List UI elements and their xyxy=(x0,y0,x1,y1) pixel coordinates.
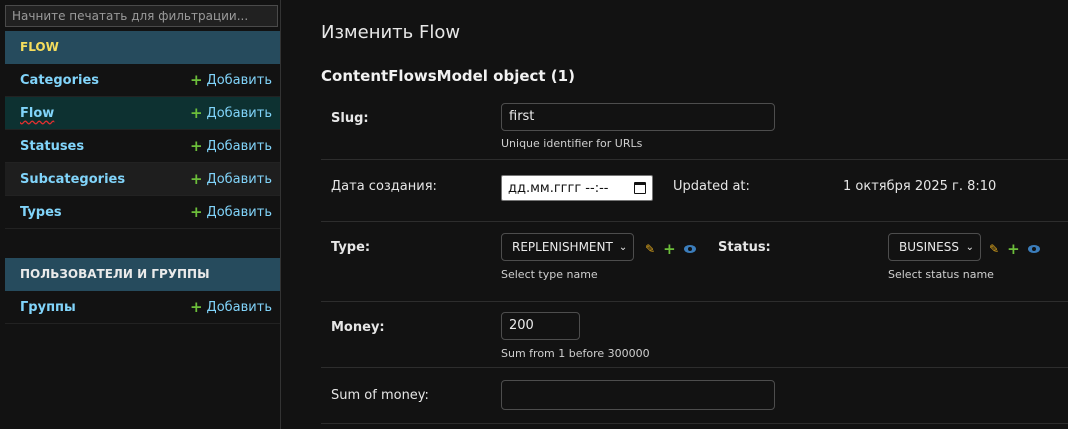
money-label: Money: xyxy=(331,320,385,335)
form-row-type-status: Type: REPLENISHMENT ⌄ ✎ + Select type na… xyxy=(321,222,1068,302)
sidebar-item-label[interactable]: Subcategories xyxy=(20,172,125,187)
sidebar-item-statuses[interactable]: Statuses + Добавить xyxy=(5,130,280,163)
slug-input[interactable]: first xyxy=(501,103,775,131)
type-label: Type: xyxy=(331,240,371,255)
add-label: Добавить xyxy=(206,72,272,88)
form-row-dates: Дата создания: дд.мм.гггг --:-- Updated … xyxy=(321,160,1068,222)
created-date-input[interactable]: дд.мм.гггг --:-- xyxy=(501,175,653,201)
plus-icon[interactable]: + xyxy=(663,240,676,258)
plus-icon: + xyxy=(189,169,203,188)
type-actions: ✎ + xyxy=(645,240,696,258)
module-header-label: ПОЛЬЗОВАТЕЛИ И ГРУППЫ xyxy=(20,267,210,281)
plus-icon: + xyxy=(189,202,203,221)
add-groups-link[interactable]: + Добавить xyxy=(189,297,272,316)
add-label: Добавить xyxy=(206,204,272,220)
add-categories-link[interactable]: + Добавить xyxy=(189,70,272,89)
money-help: Sum from 1 before 300000 xyxy=(501,347,650,360)
module-header-flow[interactable]: FLOW xyxy=(5,31,280,64)
plus-icon[interactable]: + xyxy=(1007,240,1020,258)
pencil-icon[interactable]: ✎ xyxy=(645,242,655,256)
sidebar-item-flow[interactable]: Flow + Добавить xyxy=(5,97,280,130)
sidebar-item-label[interactable]: Statuses xyxy=(20,139,84,154)
add-flow-link[interactable]: + Добавить xyxy=(189,103,272,122)
add-types-link[interactable]: + Добавить xyxy=(189,202,272,221)
money-input[interactable]: 200 xyxy=(501,312,580,340)
add-label: Добавить xyxy=(206,105,272,121)
updated-label: Updated at: xyxy=(673,179,750,194)
sidebar-item-label[interactable]: Flow xyxy=(20,106,54,121)
nav-filter-input[interactable]: Начните печатать для фильтрации... xyxy=(5,5,278,27)
created-label: Дата создания: xyxy=(331,179,437,194)
add-statuses-link[interactable]: + Добавить xyxy=(189,136,272,155)
eye-icon[interactable] xyxy=(1027,245,1040,253)
sidebar-item-types[interactable]: Types + Добавить xyxy=(5,196,280,229)
plus-icon: + xyxy=(189,297,203,316)
plus-icon: + xyxy=(189,103,203,122)
object-title: ContentFlowsModel object (1) xyxy=(321,67,575,85)
created-date-value: дд.мм.гггг --:-- xyxy=(508,180,609,196)
sidebar-item-subcategories[interactable]: Subcategories + Добавить xyxy=(5,163,280,196)
eye-icon[interactable] xyxy=(683,245,696,253)
sidebar-item-label[interactable]: Categories xyxy=(20,73,99,88)
form-row-money: Money: 200 Sum from 1 before 300000 xyxy=(321,302,1068,368)
module-users-groups: ПОЛЬЗОВАТЕЛИ И ГРУППЫ Группы + Добавить xyxy=(5,258,280,324)
status-actions: ✎ + xyxy=(989,240,1040,258)
sum-of-money-input[interactable] xyxy=(501,380,775,410)
updated-value: 1 октября 2025 г. 8:10 xyxy=(843,179,997,194)
sidebar-item-groups[interactable]: Группы + Добавить xyxy=(5,291,280,324)
plus-icon: + xyxy=(189,136,203,155)
pencil-icon[interactable]: ✎ xyxy=(989,242,999,256)
status-label: Status: xyxy=(718,240,771,255)
status-select-value: BUSINESS xyxy=(899,240,959,254)
add-label: Добавить xyxy=(206,299,272,315)
nav-sidebar: Начните печатать для фильтрации... FLOW … xyxy=(0,0,281,429)
type-help: Select type name xyxy=(501,268,598,281)
form-row-sum-of-money: Sum of money: xyxy=(321,368,1068,424)
module-header-users-groups[interactable]: ПОЛЬЗОВАТЕЛИ И ГРУППЫ xyxy=(5,258,280,291)
add-label: Добавить xyxy=(206,138,272,154)
status-select[interactable]: BUSINESS ⌄ xyxy=(888,233,981,261)
sidebar-item-label[interactable]: Types xyxy=(20,205,62,220)
add-label: Добавить xyxy=(206,171,272,187)
status-help: Select status name xyxy=(888,268,994,281)
type-select-value: REPLENISHMENT xyxy=(512,240,613,254)
main-content: Изменить Flow ContentFlowsModel object (… xyxy=(281,0,1068,429)
chevron-down-icon: ⌄ xyxy=(618,241,628,253)
slug-label: Slug: xyxy=(331,111,369,126)
sum-of-money-label: Sum of money: xyxy=(331,388,429,403)
calendar-icon[interactable] xyxy=(634,182,646,194)
type-select[interactable]: REPLENISHMENT ⌄ xyxy=(501,233,634,261)
add-subcategories-link[interactable]: + Добавить xyxy=(189,169,272,188)
sidebar-item-label[interactable]: Группы xyxy=(20,300,76,315)
module-flow: FLOW Categories + Добавить Flow + Добавить… xyxy=(5,31,280,229)
sidebar-item-categories[interactable]: Categories + Добавить xyxy=(5,64,280,97)
chevron-down-icon: ⌄ xyxy=(965,241,974,253)
slug-help: Unique identifier for URLs xyxy=(501,137,643,150)
page-title: Изменить Flow xyxy=(321,22,461,43)
plus-icon: + xyxy=(189,70,203,89)
form-row-slug: Slug: first Unique identifier for URLs xyxy=(321,95,1068,160)
